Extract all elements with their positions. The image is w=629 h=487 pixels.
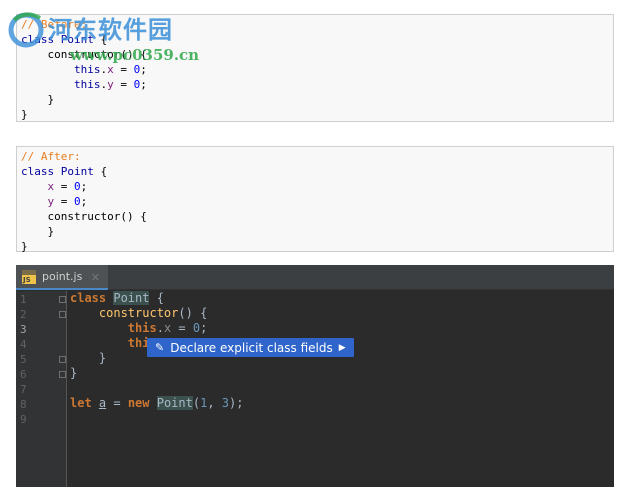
- intention-action-popup[interactable]: ✎ Declare explicit class fields ▶: [147, 338, 354, 357]
- after-code-snippet: // After: class Point { x = 0; y = 0; con…: [16, 146, 614, 254]
- code-line: }: [21, 225, 55, 238]
- before-code-lines: // Before: class Point { constructor() { …: [21, 17, 147, 122]
- line-number: 5: [20, 353, 27, 366]
- fold-marker-icon[interactable]: [59, 356, 66, 363]
- line-number: 4: [20, 338, 27, 351]
- code-line: x = 0;: [21, 180, 88, 193]
- code-line: y = 0;: [21, 195, 88, 208]
- line-number: 1: [20, 293, 27, 306]
- code-line: constructor() {: [21, 210, 147, 223]
- editor-code-line: let a = new Point(1, 3);: [70, 396, 244, 410]
- js-file-icon: JS: [22, 269, 36, 284]
- editor-tab-point-js[interactable]: JS point.js ×: [16, 265, 109, 290]
- editor-code-line: constructor() {: [98, 306, 208, 320]
- code-line: // After:: [21, 150, 81, 163]
- editor-code-area[interactable]: class Point { constructor() { this.x = 0…: [70, 291, 243, 426]
- fold-marker-icon[interactable]: [59, 311, 66, 318]
- code-line: constructor() {: [21, 48, 147, 61]
- editor-code-line: this.x = 0;: [127, 321, 208, 335]
- code-line: class Point {: [21, 33, 108, 46]
- submenu-arrow-icon: ▶: [338, 342, 346, 353]
- code-line: this.y = 0;: [21, 78, 147, 91]
- line-number: 3: [20, 323, 27, 336]
- editor-code-line: class Point {: [70, 291, 164, 305]
- code-line: }: [21, 240, 28, 253]
- code-line: this.x = 0;: [21, 63, 147, 76]
- code-line: }: [21, 93, 55, 106]
- line-number: 6: [20, 368, 27, 381]
- close-icon[interactable]: ×: [90, 270, 100, 284]
- fold-marker-icon[interactable]: [59, 371, 66, 378]
- code-line: class Point {: [21, 165, 108, 178]
- editor-tab-bar: JS point.js ×: [16, 265, 614, 290]
- line-number-gutter: 1 2 3 4 5 6 7 8 9: [16, 291, 66, 487]
- line-number: 2: [20, 308, 27, 321]
- gutter-divider: [66, 291, 67, 487]
- before-code-snippet: // Before: class Point { constructor() { …: [16, 14, 614, 122]
- line-number: 9: [20, 413, 27, 426]
- line-number: 8: [20, 398, 27, 411]
- code-editor[interactable]: JS point.js × 1 2 3 4 5 6 7 8 9 class Point { co…: [16, 265, 614, 487]
- editor-code-line: [70, 411, 243, 426]
- after-code-lines: // After: class Point { x = 0; y = 0; con…: [21, 149, 147, 254]
- line-number: 7: [20, 383, 27, 396]
- intention-bulb-icon: ✎: [155, 341, 165, 354]
- intention-action-label: Declare explicit class fields: [170, 340, 333, 355]
- editor-code-line: }: [70, 366, 78, 380]
- code-line: // Before:: [21, 18, 88, 31]
- fold-marker-icon[interactable]: [59, 296, 66, 303]
- code-line: }: [21, 108, 28, 121]
- editor-tab-label: point.js: [42, 270, 83, 283]
- editor-code-line: [70, 381, 243, 396]
